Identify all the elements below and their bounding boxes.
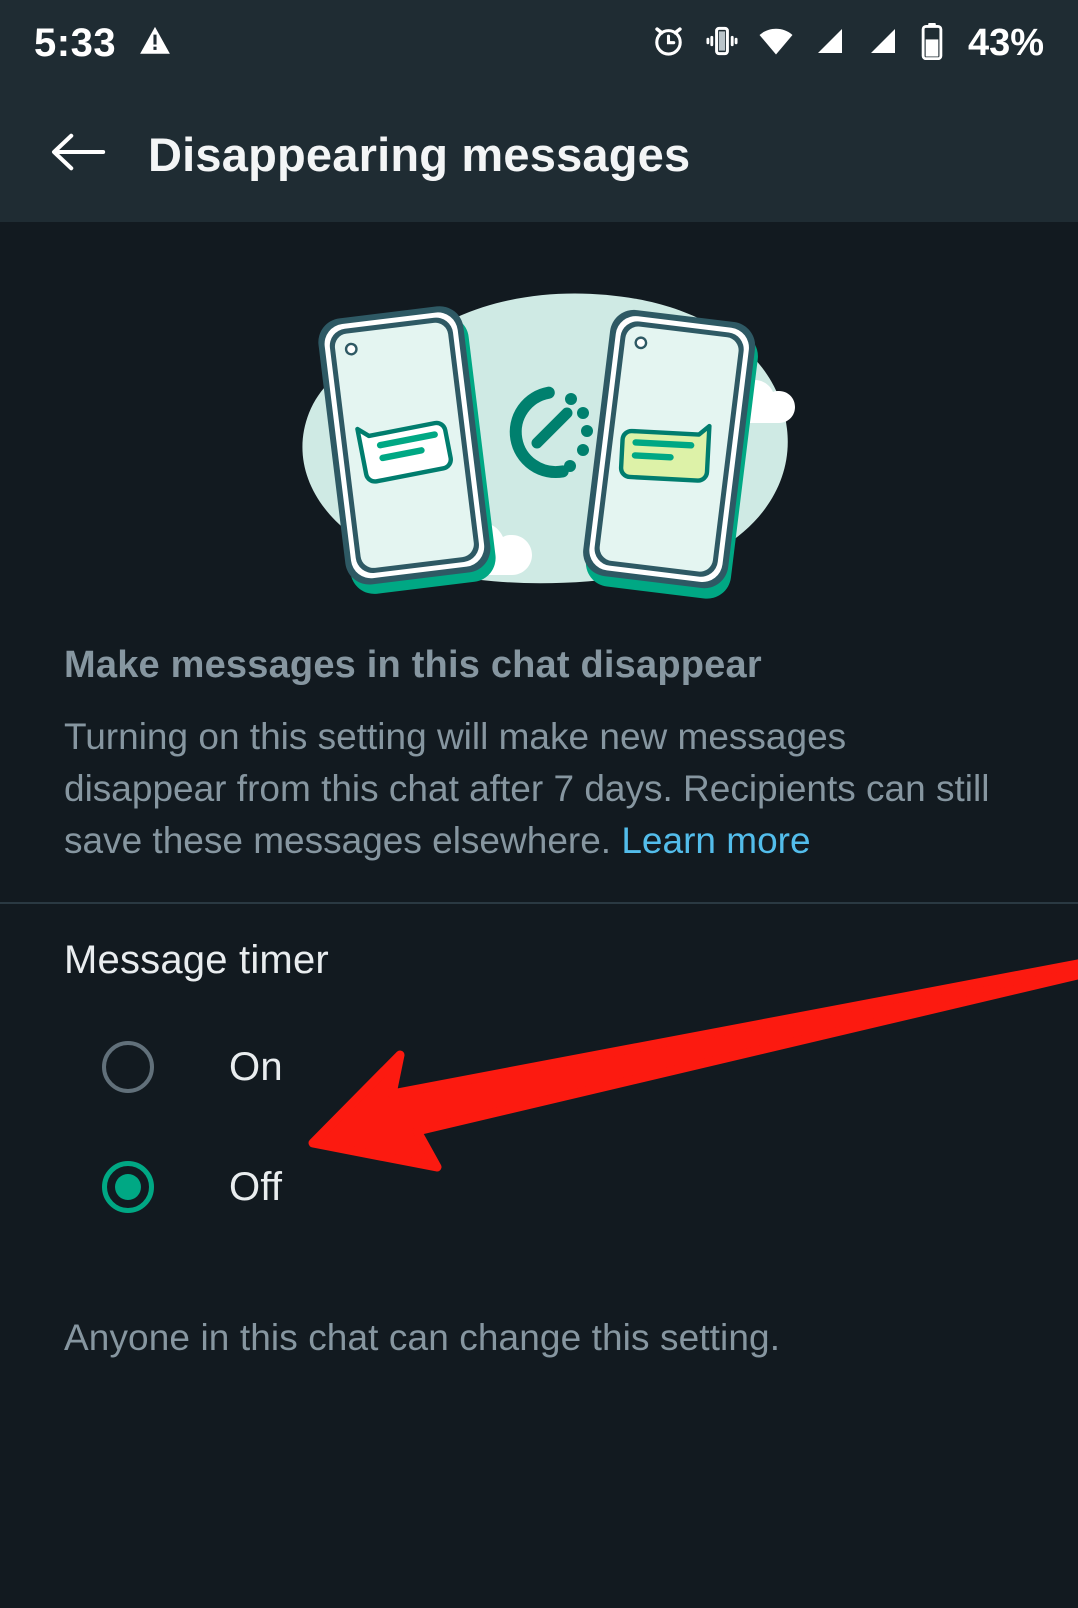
two-phones-with-timer-illustration <box>269 247 809 607</box>
message-timer-footnote: Anyone in this chat can change this sett… <box>64 1317 781 1358</box>
app-bar: Disappearing messages <box>0 86 1078 222</box>
hero-illustration-container <box>0 222 1078 622</box>
alarm-clock-icon <box>650 22 687 64</box>
learn-more-link[interactable]: Learn more <box>621 820 810 861</box>
info-heading: Make messages in this chat disappear <box>64 644 762 686</box>
back-arrow-icon <box>49 128 107 181</box>
radio-button-on-unselected-icon[interactable] <box>102 1041 154 1093</box>
radio-option-off[interactable]: Off <box>64 1127 1014 1247</box>
status-bar-left: 5:33 <box>34 23 172 63</box>
radio-button-off-selected-icon[interactable] <box>102 1161 154 1213</box>
wifi-icon <box>757 22 795 65</box>
info-body-text: Turning on this setting will make new me… <box>64 716 990 861</box>
vibrate-icon <box>704 23 740 64</box>
radio-option-on-label: On <box>229 1044 283 1089</box>
page-title: Disappearing messages <box>148 127 691 181</box>
content-area: Make messages in this chat disappear Tur… <box>0 222 1078 1608</box>
info-body: Turning on this setting will make new me… <box>64 711 1014 867</box>
warning-triangle-icon <box>138 24 172 63</box>
signal-bars-sim1-icon <box>812 23 848 64</box>
message-timer-section: Message timer On Off Anyone in this chat… <box>0 938 1078 1359</box>
status-bar-clock: 5:33 <box>34 21 117 65</box>
battery-icon <box>918 22 946 65</box>
battery-percent-label: 43% <box>967 22 1044 64</box>
radio-option-off-label: Off <box>229 1164 283 1209</box>
info-section: Make messages in this chat disappear Tur… <box>0 644 1078 867</box>
section-divider <box>0 902 1078 904</box>
signal-bars-sim2-icon <box>865 23 901 64</box>
status-bar-right: 43% <box>650 22 1044 65</box>
status-bar: 5:33 43% <box>0 0 1078 86</box>
back-button[interactable] <box>30 128 126 181</box>
message-timer-title: Message timer <box>64 938 329 982</box>
phone-screen: 5:33 43% Disappearing messages Make mess… <box>0 0 1078 1608</box>
radio-option-on[interactable]: On <box>64 1007 1014 1127</box>
